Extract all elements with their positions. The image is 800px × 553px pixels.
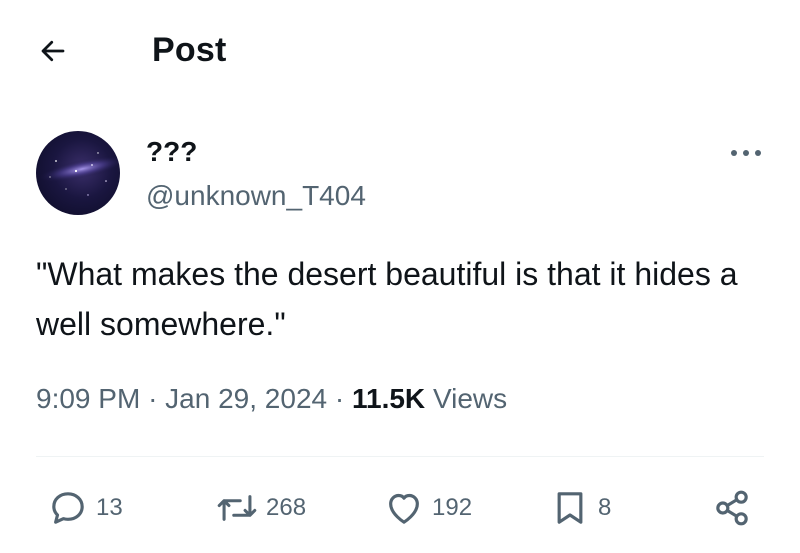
views-count: 11.5K [351,383,426,414]
like-count: 192 [432,494,473,521]
page-title: Post [152,31,227,69]
bookmark-icon [550,488,590,528]
author-handle[interactable]: @unknown_T404 [146,180,366,212]
post-time[interactable]: 9:09 PM [36,383,140,414]
divider [36,456,764,457]
post-header: Post [0,0,800,100]
author-display-name[interactable]: ??? [146,136,197,168]
reply-count: 13 [96,494,123,521]
like-button[interactable]: 192 [384,480,472,536]
repost-button[interactable]: 268 [216,480,306,536]
bookmark-count: 8 [598,494,612,521]
meta-separator: · [148,383,158,414]
meta-separator: · [334,383,345,414]
reply-button[interactable]: 13 [48,480,123,536]
galaxy-avatar-image [38,152,120,196]
bookmark-button[interactable]: 8 [550,480,611,536]
more-options-button[interactable] [722,138,770,168]
post-metadata: 9:09 PM · Jan 29, 2024 · 11.5K Views [36,383,507,415]
speech-bubble-icon [48,488,88,528]
share-nodes-icon [712,488,752,528]
post-text: "What makes the desert beautiful is that… [36,256,738,342]
repost-arrows-icon [216,488,258,528]
post-date[interactable]: Jan 29, 2024 [165,383,327,414]
heart-icon [384,488,424,528]
repost-count: 268 [266,494,307,521]
arrow-left-icon [38,36,68,66]
back-button[interactable] [32,30,74,72]
share-button[interactable] [712,480,752,536]
ellipsis-icon [729,148,763,158]
views-label: Views [432,383,508,414]
avatar[interactable] [36,131,120,215]
action-bar: 13 268 192 8 [0,480,800,540]
